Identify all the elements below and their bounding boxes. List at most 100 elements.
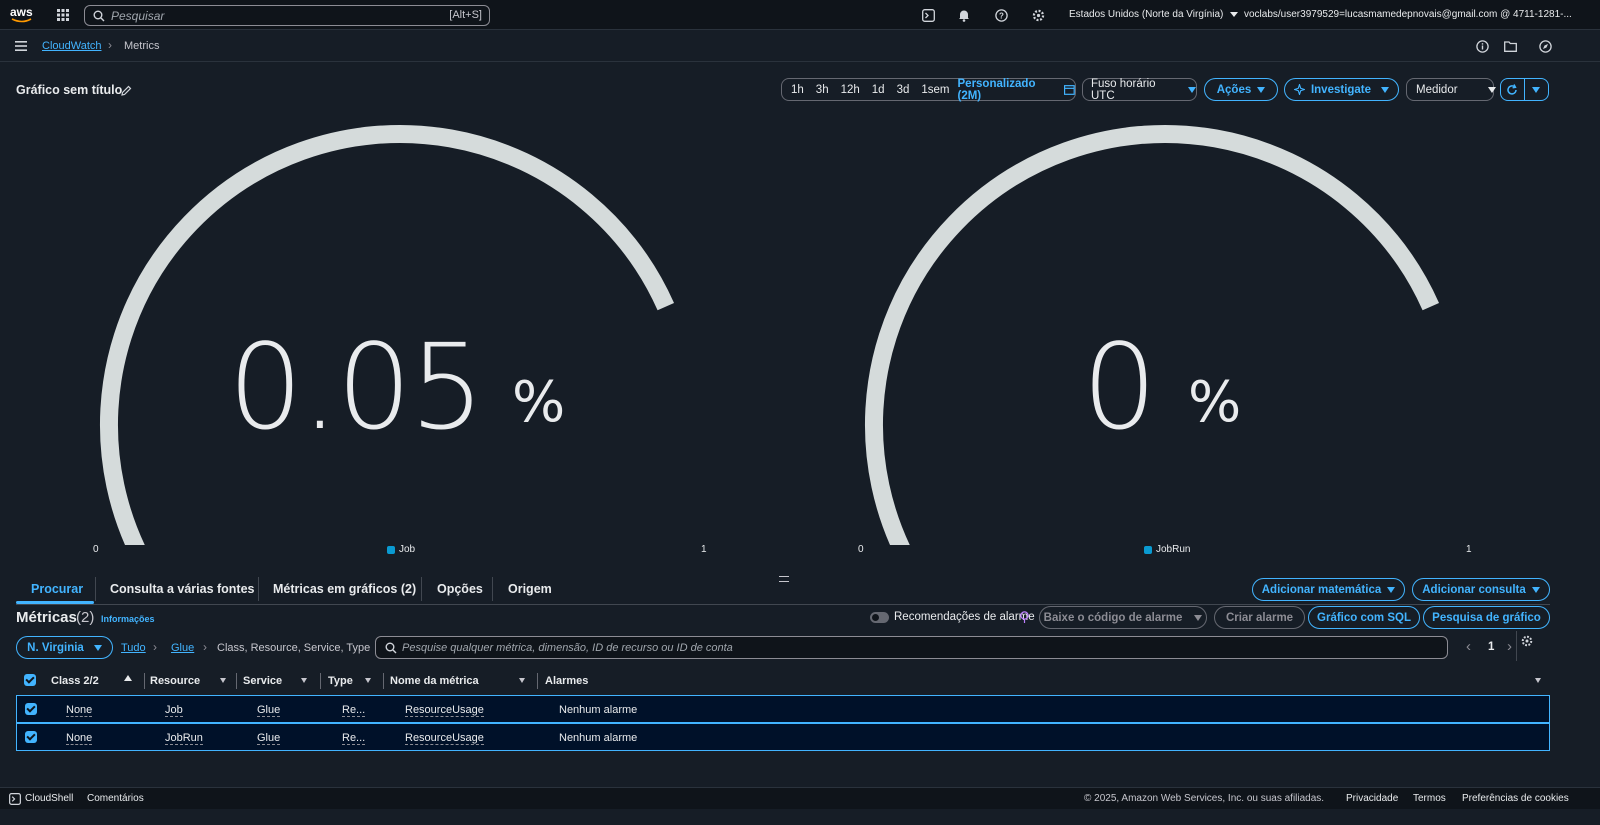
sort-icon[interactable] (519, 678, 525, 683)
time-range-custom[interactable]: Personalizado (2M) (956, 78, 1065, 102)
gauge-min-jobrun: 0 (858, 544, 864, 555)
feedback-link[interactable]: Comentários (87, 793, 144, 804)
terms-link[interactable]: Termos (1413, 793, 1446, 804)
sort-icon[interactable] (365, 678, 371, 683)
region-selector[interactable]: Estados Unidos (Norte da Virgínia) (1069, 9, 1239, 20)
widget-type-dropdown[interactable]: Medidor (1406, 78, 1496, 101)
sort-icon[interactable] (1535, 678, 1541, 683)
menu-hamburger-icon[interactable] (13, 39, 29, 53)
resize-handle[interactable] (779, 576, 789, 582)
cloudshell-icon[interactable] (920, 7, 936, 23)
filter-crumb-all[interactable]: Tudo (121, 642, 146, 654)
gauge-min-job: 0 (93, 544, 99, 555)
tab-browse[interactable]: Procurar (31, 582, 83, 596)
refresh-icon[interactable] (1501, 79, 1525, 100)
time-range-1h[interactable]: 1h (782, 84, 810, 96)
cell-resource[interactable]: JobRun (165, 732, 203, 745)
time-range-12h[interactable]: 12h (835, 84, 866, 96)
table-row[interactable]: None Job Glue Re... ResourceUsage Nenhum… (16, 695, 1550, 723)
legend-jobrun[interactable]: JobRun (1144, 544, 1190, 555)
investigate-dropdown[interactable]: Investigate (1284, 78, 1399, 101)
graph-search-button[interactable]: Pesquisa de gráfico (1423, 606, 1550, 629)
tab-options[interactable]: Opções (437, 582, 483, 596)
add-query-button[interactable]: Adicionar consulta (1412, 578, 1550, 601)
tab-source[interactable]: Origem (508, 582, 552, 596)
add-math-button[interactable]: Adicionar matemática (1252, 578, 1405, 601)
settings-gear-icon[interactable] (1030, 7, 1046, 23)
cloudshell-icon[interactable] (9, 793, 21, 805)
global-search-input[interactable]: Pesquisar [Alt+S] (84, 5, 490, 26)
breadcrumb-cloudwatch-link[interactable]: CloudWatch (42, 40, 102, 52)
table-settings-gear-icon[interactable] (1520, 634, 1534, 648)
refresh-interval-dropdown[interactable] (1525, 79, 1548, 100)
search-icon (385, 642, 397, 654)
cell-type[interactable]: Re... (342, 704, 366, 717)
cell-resource[interactable]: Job (165, 704, 183, 717)
info-link[interactable]: Informações (101, 614, 155, 624)
compass-icon[interactable] (1537, 38, 1553, 54)
pagination-current-page[interactable]: 1 (1488, 641, 1494, 653)
pagination-next-icon[interactable]: › (1507, 638, 1512, 655)
privacy-link[interactable]: Privacidade (1346, 793, 1398, 804)
download-alarm-code-label: Baixe o código de alarme (1043, 611, 1183, 624)
lightbulb-icon (1020, 611, 1029, 623)
row-checkbox[interactable] (25, 731, 37, 743)
col-header-type[interactable]: Type (328, 675, 353, 687)
cell-metric-name[interactable]: ResourceUsage (405, 704, 484, 717)
alarm-recommendations-label: Recomendações de alarme (894, 611, 1035, 623)
sort-icon[interactable] (220, 678, 226, 683)
time-range-1week[interactable]: 1sem (915, 84, 955, 96)
col-header-service[interactable]: Service (243, 675, 282, 687)
pagination-prev-icon[interactable]: ‹ (1466, 638, 1471, 655)
cell-class[interactable]: None (66, 704, 93, 717)
time-range-1d[interactable]: 1d (866, 84, 891, 96)
row-checkbox[interactable] (25, 703, 37, 715)
services-grid-icon[interactable] (55, 7, 71, 23)
actions-dropdown[interactable]: Ações (1204, 78, 1278, 101)
graph-with-sql-label: Gráfico com SQL (1317, 611, 1411, 624)
tab-divider (258, 577, 259, 601)
col-header-metric-name[interactable]: Nome da métrica (390, 675, 479, 687)
time-range-3d[interactable]: 3d (891, 84, 916, 96)
col-header-resource[interactable]: Resource (150, 675, 200, 687)
alarm-recommendations-toggle[interactable] (870, 612, 889, 623)
help-icon[interactable]: ? (993, 7, 1009, 23)
legend-job[interactable]: Job (387, 544, 415, 555)
cloudshell-link[interactable]: CloudShell (25, 793, 73, 804)
cell-class[interactable]: None (66, 732, 93, 745)
tab-graphed-metrics[interactable]: Métricas em gráficos (2) (273, 582, 416, 596)
timezone-dropdown[interactable]: Fuso horário UTC (1082, 78, 1197, 102)
col-header-alarms[interactable]: Alarmes (545, 675, 588, 687)
cell-type[interactable]: Re... (342, 732, 366, 745)
notifications-bell-icon[interactable] (956, 7, 972, 23)
tab-multi-source-query[interactable]: Consulta a várias fontes (110, 582, 255, 596)
time-range-3h[interactable]: 3h (810, 84, 835, 96)
edit-pencil-icon[interactable] (119, 83, 133, 97)
search-placeholder: Pesquisar (111, 9, 165, 23)
caret-down-icon (1532, 86, 1541, 93)
cookie-preferences-link[interactable]: Preferências de cookies (1462, 793, 1569, 804)
download-alarm-code-button[interactable]: Baixe o código de alarme (1039, 606, 1207, 629)
sort-ascending-icon[interactable] (124, 675, 132, 681)
aws-logo[interactable]: aws (10, 5, 34, 25)
info-icon[interactable] (1474, 38, 1490, 54)
col-header-class[interactable]: Class 2/2 (51, 675, 99, 687)
sort-icon[interactable] (301, 678, 307, 683)
svg-text:?: ? (999, 11, 1004, 20)
table-row[interactable]: None JobRun Glue Re... ResourceUsage Nen… (16, 723, 1550, 751)
filter-crumb-dimensions: Class, Resource, Service, Type (217, 642, 371, 654)
cell-service[interactable]: Glue (257, 704, 281, 717)
graph-with-sql-button[interactable]: Gráfico com SQL (1308, 606, 1420, 629)
filter-crumb-glue[interactable]: Glue (171, 642, 194, 654)
folder-icon[interactable] (1502, 38, 1518, 54)
metrics-search-input[interactable]: Pesquise qualquer métrica, dimensão, ID … (375, 636, 1448, 659)
account-menu[interactable]: voclabs/user3979529=lucasmamedepnovais@g… (1244, 9, 1572, 20)
tab-divider (492, 577, 493, 601)
refresh-button-group (1500, 78, 1549, 101)
calendar-icon[interactable] (1064, 84, 1075, 95)
create-alarm-button[interactable]: Criar alarme (1214, 606, 1305, 629)
cell-service[interactable]: Glue (257, 732, 281, 745)
select-all-checkbox[interactable] (24, 674, 36, 686)
region-filter-dropdown[interactable]: N. Virginia (16, 636, 113, 659)
cell-metric-name[interactable]: ResourceUsage (405, 732, 484, 745)
